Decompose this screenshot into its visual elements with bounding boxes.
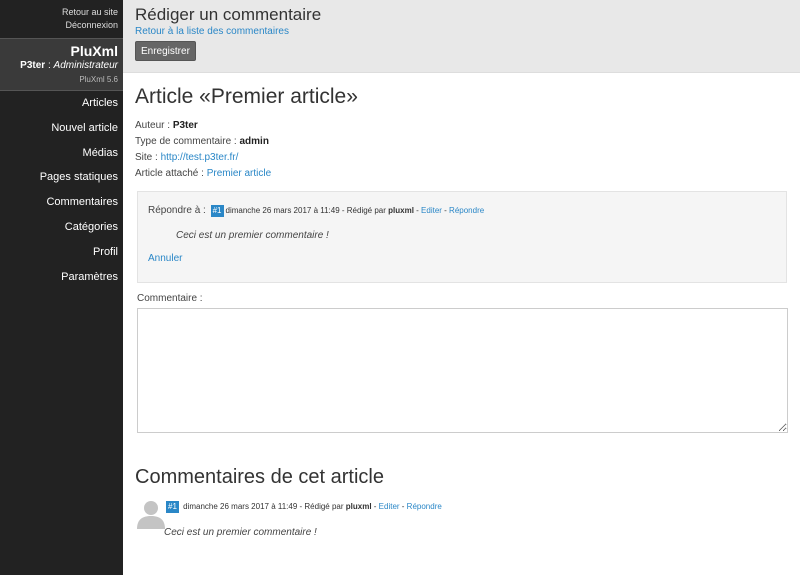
comment-meta: #1 dimanche 26 mars 2017 à 11:49 - Rédig…: [164, 501, 442, 513]
attached-article-label: Article attaché :: [135, 168, 207, 179]
author-label: Auteur :: [135, 120, 173, 131]
reply-separator-1: -: [413, 206, 422, 215]
sidebar-item-media[interactable]: Médias: [0, 141, 123, 166]
page-title: Rédiger un commentaire: [135, 5, 322, 24]
version-label: PluXml 5.6: [79, 75, 118, 84]
attached-article-link[interactable]: Premier article: [207, 168, 271, 179]
comment-type-value: admin: [239, 136, 269, 147]
comment-number-badge: #1: [166, 501, 179, 513]
reply-to-box: Répondre à : #1 dimanche 26 mars 2017 à 1…: [137, 191, 787, 283]
comment-type-label: Type de commentaire :: [135, 136, 240, 147]
author-row: Auteur : P3ter: [135, 118, 790, 134]
page-header: Rédiger un commentaire Retour à la liste…: [123, 0, 800, 73]
reply-comment-text: Ceci est un premier commentaire !: [176, 230, 329, 241]
save-button[interactable]: Enregistrer: [135, 41, 196, 61]
sidebar-top-links: Retour au site Déconnexion: [0, 0, 123, 38]
attached-article-row: Article attaché : Premier article: [135, 166, 790, 182]
sidebar-item-comments[interactable]: Commentaires: [0, 190, 123, 215]
author-value: P3ter: [172, 120, 198, 131]
user-silhouette-icon: [135, 497, 167, 529]
sidebar: Retour au site Déconnexion PluXml P3ter …: [0, 0, 123, 575]
reply-link[interactable]: Répondre: [407, 502, 442, 511]
reply-comment-meta: dimanche 26 mars 2017 à 11:49 - Rédigé p…: [226, 206, 485, 215]
profile-panel: PluXml P3ter : Administrateur PluXml 5.6: [0, 38, 123, 91]
comment-separator-2: -: [399, 502, 407, 511]
reply-separator-2: -: [441, 206, 450, 215]
comment-separator-1: -: [371, 502, 379, 511]
sidebar-item-categories[interactable]: Catégories: [0, 215, 123, 240]
article-meta: Auteur : P3ter Type de commentaire : adm…: [135, 118, 790, 182]
sidebar-item-settings[interactable]: Paramètres: [0, 265, 123, 290]
sidebar-menu: Articles Nouvel article Médias Pages sta…: [0, 91, 123, 289]
sidebar-item-profile[interactable]: Profil: [0, 240, 123, 265]
comment-text: Ceci est un premier commentaire !: [164, 527, 317, 538]
article-info: Article «Premier article» Auteur : P3ter…: [135, 84, 790, 182]
comment-number-badge: #1: [210, 205, 224, 217]
reply-link[interactable]: Répondre: [449, 206, 484, 215]
comment-field-label: Commentaire :: [137, 293, 203, 304]
site-label: Site :: [135, 152, 161, 163]
comments-section-title: Commentaires de cet article: [135, 466, 384, 488]
edit-link[interactable]: Editer: [379, 502, 400, 511]
cancel-link[interactable]: Annuler: [148, 253, 776, 264]
site-link[interactable]: http://test.p3ter.fr/: [161, 152, 239, 163]
back-to-comments-link[interactable]: Retour à la liste des commentaires: [135, 26, 788, 38]
user-info: P3ter : Administrateur: [5, 59, 118, 72]
edit-link[interactable]: Editer: [421, 206, 442, 215]
reply-to-label: Répondre à :: [148, 205, 209, 216]
comment-date: dimanche 26 mars 2017 à 11:49 - Rédigé p…: [183, 502, 346, 511]
sidebar-item-static-pages[interactable]: Pages statiques: [0, 165, 123, 190]
logout-link[interactable]: Déconnexion: [0, 19, 118, 32]
comment-textarea[interactable]: [137, 308, 788, 433]
article-title: Article «Premier article»: [135, 85, 358, 108]
back-to-site-link[interactable]: Retour au site: [0, 6, 118, 19]
sidebar-item-new-article[interactable]: Nouvel article: [0, 116, 123, 141]
comment-author: pluxml: [345, 502, 372, 511]
user-separator: :: [45, 60, 54, 71]
sidebar-item-articles[interactable]: Articles: [0, 91, 123, 116]
user-name: P3ter: [20, 60, 46, 71]
comment-type-row: Type de commentaire : admin: [135, 134, 790, 150]
site-name: PluXml: [70, 43, 118, 59]
reply-comment-author: pluxml: [388, 206, 414, 215]
reply-comment-date: dimanche 26 mars 2017 à 11:49 - Rédigé p…: [225, 206, 389, 215]
user-role: Administrateur: [53, 60, 118, 71]
reply-to-line: Répondre à : #1 dimanche 26 mars 2017 à 1…: [148, 204, 776, 218]
site-row: Site : http://test.p3ter.fr/: [135, 150, 790, 166]
